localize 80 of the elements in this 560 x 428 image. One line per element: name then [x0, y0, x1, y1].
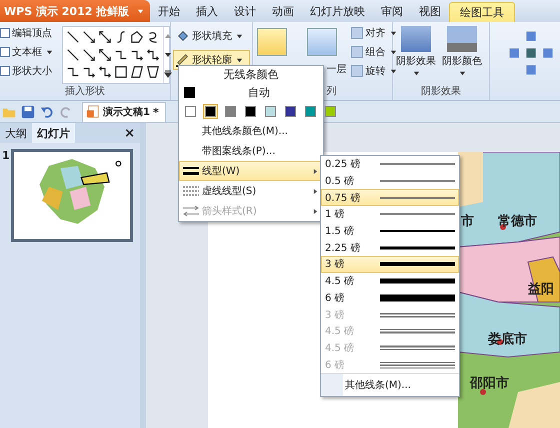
- presentation-file-icon: [86, 105, 100, 119]
- ribbon-tab[interactable]: 开始: [150, 0, 188, 22]
- ribbon-tab[interactable]: 审阅: [373, 0, 411, 22]
- shape-icon[interactable]: [146, 65, 160, 80]
- group-label: 插入形状: [65, 86, 105, 97]
- ribbon-tab[interactable]: 幻灯片放映: [302, 0, 373, 22]
- caret-icon: [459, 70, 466, 77]
- caret-icon: [390, 48, 397, 56]
- save-icon[interactable]: [21, 104, 35, 118]
- menu-item[interactable]: 其他线条颜色(M)...: [179, 121, 323, 141]
- line-sample-icon: [380, 326, 455, 336]
- menu-item[interactable]: 0.5 磅: [321, 172, 459, 190]
- undo-icon[interactable]: [40, 104, 54, 118]
- ribbon-command[interactable]: 阴影颜色: [442, 26, 482, 84]
- shape-icon[interactable]: [66, 30, 80, 44]
- city-label: 市: [461, 212, 474, 230]
- menu-item[interactable]: 0.25 磅: [321, 156, 459, 173]
- menu-item[interactable]: 1.5 磅: [321, 222, 459, 240]
- city-label: 娄底市: [488, 330, 527, 348]
- menu-item[interactable]: 自动: [195, 85, 323, 100]
- caret-icon: [413, 70, 420, 77]
- group-label: 列: [326, 85, 337, 98]
- caret-icon: [390, 68, 397, 74]
- expand-icon[interactable]: [164, 70, 172, 78]
- caret-icon: [236, 32, 243, 40]
- line-sample-icon: [380, 360, 455, 370]
- document-tab[interactable]: 演示文稿1 *: [82, 102, 166, 122]
- shape-icon[interactable]: [82, 48, 96, 62]
- menu-item[interactable]: 2.25 磅: [321, 239, 459, 256]
- shape-icon[interactable]: [130, 65, 144, 80]
- command-label[interactable]: 一层: [326, 62, 347, 76]
- arrows-icon: [183, 205, 199, 217]
- document-title: 演示文稿1: [103, 106, 150, 119]
- ribbon-command[interactable]: 文本框: [0, 45, 62, 59]
- shape-icon[interactable]: [98, 30, 112, 44]
- ribbon-tab[interactable]: 绘图工具: [449, 2, 515, 22]
- shape-icon[interactable]: [66, 48, 80, 62]
- shape-icon[interactable]: [98, 48, 112, 62]
- ribbon-command[interactable]: 对齐: [350, 26, 397, 40]
- city-label: 邵阳市: [470, 374, 509, 392]
- menu-item[interactable]: 其他线条(M)...: [321, 372, 459, 396]
- ribbon-tab[interactable]: 动画: [264, 0, 302, 22]
- shape-icon[interactable]: [146, 48, 160, 62]
- pane-tab[interactable]: 大纲: [0, 123, 32, 143]
- line-sample-icon: [380, 276, 455, 286]
- ribbon-tab[interactable]: 设计: [226, 0, 264, 22]
- shape-icon[interactable]: [82, 65, 96, 80]
- ribbon-command[interactable]: 形状大小: [0, 64, 62, 78]
- close-button[interactable]: ×: [119, 123, 140, 143]
- ribbon-command[interactable]: 旋转: [350, 64, 397, 78]
- menu-item[interactable]: 线型(W): [179, 161, 323, 181]
- dashed-lines-icon: [183, 185, 199, 197]
- line-sample-icon: [380, 342, 455, 353]
- ribbon-tab[interactable]: 插入: [188, 0, 226, 22]
- auto-color-swatch[interactable]: [184, 87, 195, 98]
- menu-item[interactable]: 6 磅: [321, 290, 459, 306]
- caret-icon: [390, 30, 397, 36]
- shape-icon[interactable]: [98, 65, 112, 80]
- menu-item[interactable]: 1 磅: [321, 206, 459, 223]
- shape-icon[interactable]: [82, 30, 96, 44]
- line-sample-icon: [380, 292, 455, 303]
- ribbon-command[interactable]: 组合: [350, 45, 397, 59]
- caret-icon: [137, 8, 144, 14]
- menu-item[interactable]: 3 磅: [321, 256, 459, 273]
- line-weight-icon: [183, 165, 199, 177]
- menu-item[interactable]: 4.5 磅: [321, 272, 459, 290]
- shape-icon[interactable]: [130, 30, 144, 44]
- ribbon-tab[interactable]: 视图: [411, 0, 449, 22]
- slide-number: 1: [2, 149, 10, 164]
- ribbon-command[interactable]: 阴影效果: [396, 26, 436, 84]
- group-label: 阴影效果: [420, 86, 461, 97]
- scroll-up-icon[interactable]: [164, 32, 172, 40]
- ribbon-command[interactable]: 形状填充: [173, 26, 250, 46]
- paint-bucket-icon: [176, 29, 190, 43]
- city-label: 常德市: [498, 212, 537, 230]
- modified-indicator: *: [152, 106, 159, 118]
- ribbon-command[interactable]: 编辑顶点: [0, 26, 62, 40]
- menu-item[interactable]: 0.75 磅: [321, 189, 459, 206]
- shape-icon[interactable]: [114, 65, 128, 80]
- pane-tab[interactable]: 幻灯片: [32, 123, 75, 143]
